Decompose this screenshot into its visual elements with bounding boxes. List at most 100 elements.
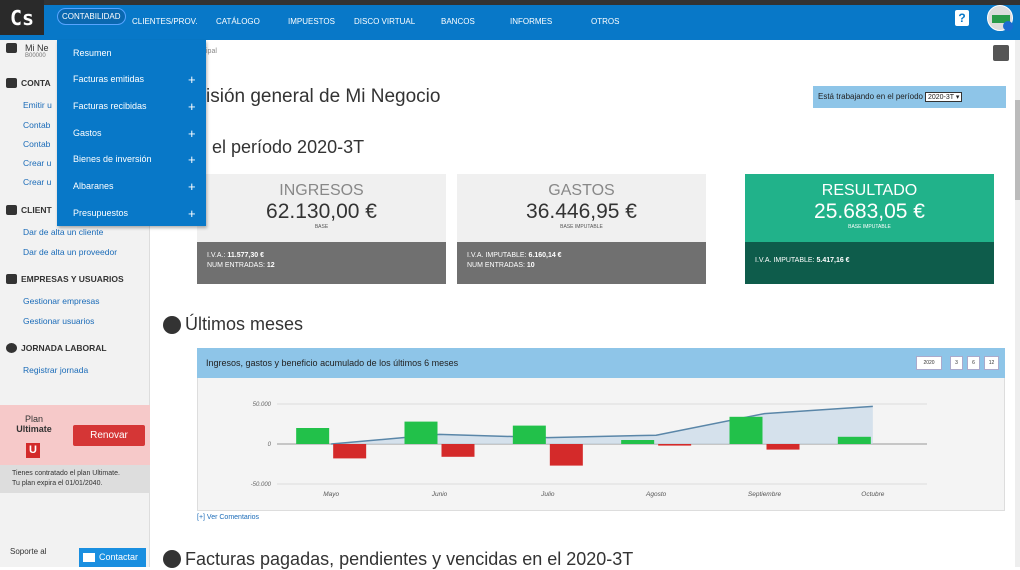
menu-item-albaranes[interactable]: Albaranes (73, 181, 114, 191)
card-resultado[interactable]: RESULTADO 25.683,05 € BASE IMPUTABLE I.V.A… (745, 174, 994, 284)
pie-chart-icon (163, 550, 181, 568)
menu-item-gastos[interactable]: Gastos (73, 128, 102, 138)
sidebar-link-crear-1[interactable]: Crear u (23, 158, 51, 168)
soporte-label: Soporte al (10, 547, 47, 556)
bar-ingresos (512, 425, 546, 444)
section-contabilidad: CONTA (6, 78, 51, 88)
y-tick-label: 0 (268, 442, 272, 448)
contabilidad-dropdown: Resumen Facturas emitidas + Facturas rec… (57, 40, 206, 226)
mail-icon (83, 553, 95, 562)
card-amount: 62.130,00 € (266, 200, 377, 223)
card-label: RESULTADO (821, 182, 918, 199)
card-sub: BASE IMPUTABLE (560, 224, 603, 230)
briefcase-icon (6, 274, 17, 284)
menu-item-facturas-recibidas[interactable]: Facturas recibidas (73, 101, 147, 111)
expand-plus-icon[interactable]: + (188, 73, 196, 86)
card-label: GASTOS (548, 182, 615, 199)
bar-gastos (333, 444, 367, 459)
sidebar-link-gestionar-usuarios[interactable]: Gestionar usuarios (23, 316, 94, 326)
nav-clientes[interactable]: CLIENTES/PROV. (132, 17, 198, 26)
document-icon (6, 78, 17, 88)
period-label: Está trabajando en el período (818, 92, 923, 101)
plan-badge-icon: U (26, 443, 40, 458)
sidebar-link-registrar-jornada[interactable]: Registrar jornada (23, 365, 88, 375)
section-empresas: EMPRESAS Y USUARIOS (6, 274, 124, 284)
x-tick-label: Agosto (645, 491, 667, 498)
sidebar-link-gestionar-empresas[interactable]: Gestionar empresas (23, 296, 100, 306)
expand-plus-icon[interactable]: + (188, 100, 196, 113)
search-icon[interactable] (993, 45, 1009, 61)
section-jornada: JORNADA LABORAL (6, 343, 107, 353)
nav-catalogo[interactable]: CATÁLOGO (216, 17, 260, 26)
card-label: INGRESOS (279, 182, 364, 199)
clock-icon (6, 343, 17, 353)
bar-ingresos (621, 440, 655, 444)
menu-item-presupuestos[interactable]: Presupuestos (73, 208, 128, 218)
bar-gastos (658, 444, 692, 446)
section-ultimos-meses: Últimos meses (185, 314, 304, 334)
sidebar-link-contab-1[interactable]: Contab (23, 120, 50, 130)
x-tick-label: Junio (431, 491, 448, 498)
chart-section-icon (163, 316, 181, 334)
card-gastos[interactable]: GASTOS 36.446,95 € BASE IMPUTABLE I.V.A. I… (457, 174, 706, 284)
scrollbar-thumb[interactable] (1015, 100, 1020, 200)
x-tick-label: Octubre (861, 491, 885, 498)
expand-plus-icon[interactable]: + (188, 180, 196, 193)
sidebar-link-crear-2[interactable]: Crear u (23, 177, 51, 187)
period-button-6[interactable]: 6 (967, 356, 980, 370)
chart-title: Ingresos, gastos y beneficio acumulado d… (197, 348, 1005, 378)
bar-chart: 50.000 0 -50.000 Mayo Junio Julio Agosto Septie… (251, 402, 927, 498)
bar-ingresos (837, 436, 871, 444)
business-id: B00000 (25, 53, 46, 59)
scrollbar[interactable] (1015, 40, 1020, 567)
bar-ingresos (296, 428, 330, 444)
card-amount: 36.446,95 € (526, 200, 637, 223)
expand-plus-icon[interactable]: + (188, 153, 196, 166)
avatar[interactable] (987, 5, 1013, 31)
nav-disco-virtual[interactable]: DISCO VIRTUAL (354, 17, 415, 26)
plan-info: Tienes contratado el plan Ultimate. Tu pl… (0, 465, 150, 493)
sidebar-link-contab-2[interactable]: Contab (23, 139, 50, 149)
nav-otros[interactable]: OTROS (591, 17, 619, 26)
help-icon[interactable]: ? (955, 10, 969, 26)
period-box: Está trabajando en el período 2020-3T ▾ (813, 86, 1006, 108)
bar-gastos (549, 444, 583, 466)
period-select[interactable]: 2020-3T ▾ (924, 92, 963, 102)
period-button-12[interactable]: 12 (984, 356, 999, 370)
expand-plus-icon[interactable]: + (188, 207, 196, 220)
card-ingresos[interactable]: INGRESOS 62.130,00 € BASE I.V.A.: 11.577,3… (197, 174, 446, 284)
contactar-button[interactable]: Contactar (79, 548, 146, 567)
ver-comentarios-link[interactable]: [+] Ver Comentarios (197, 514, 259, 521)
nav-bancos[interactable]: BANCOS (441, 17, 475, 26)
x-tick-label: Julio (540, 491, 555, 498)
x-tick-label: Septiembre (748, 491, 782, 498)
period-button-2020[interactable]: 2020 (916, 356, 942, 370)
nav-contabilidad[interactable]: CONTABILIDAD (57, 8, 126, 25)
sidebar-link-alta-proveedor[interactable]: Dar de alta un proveedor (23, 247, 117, 257)
nav-informes[interactable]: INFORMES (510, 17, 552, 26)
card-sub: BASE (314, 224, 329, 230)
x-tick-label: Mayo (323, 491, 339, 498)
business-icon (6, 43, 17, 53)
avatar-badge-icon (1003, 21, 1013, 31)
app-logo[interactable]: Cs (0, 0, 44, 35)
business-selector[interactable]: Mi Ne B00000 (25, 43, 49, 59)
breadcrumb[interactable]: ipal (206, 48, 217, 55)
bar-ingresos (729, 416, 763, 444)
plan-name: Plan Ultimate (16, 414, 52, 434)
sidebar-link-alta-cliente[interactable]: Dar de alta un cliente (23, 227, 103, 237)
contacts-icon (6, 205, 17, 215)
bar-gastos (766, 444, 800, 450)
page-title: isión general de Mi Negocio (206, 86, 441, 107)
renovar-button[interactable]: Renovar (73, 425, 145, 446)
menu-item-facturas-emitidas[interactable]: Facturas emitidas (73, 74, 144, 84)
business-name: Mi Ne (25, 43, 49, 53)
menu-item-resumen[interactable]: Resumen (73, 48, 112, 58)
menu-item-bienes-inversion[interactable]: Bienes de inversión (73, 154, 152, 164)
expand-plus-icon[interactable]: + (188, 127, 196, 140)
card-sub: BASE IMPUTABLE (848, 224, 891, 230)
period-button-3[interactable]: 3 (950, 356, 963, 370)
sidebar-link-emitir[interactable]: Emitir u (23, 100, 52, 110)
section-clientes: CLIENT (6, 205, 52, 215)
nav-impuestos[interactable]: IMPUESTOS (288, 17, 335, 26)
